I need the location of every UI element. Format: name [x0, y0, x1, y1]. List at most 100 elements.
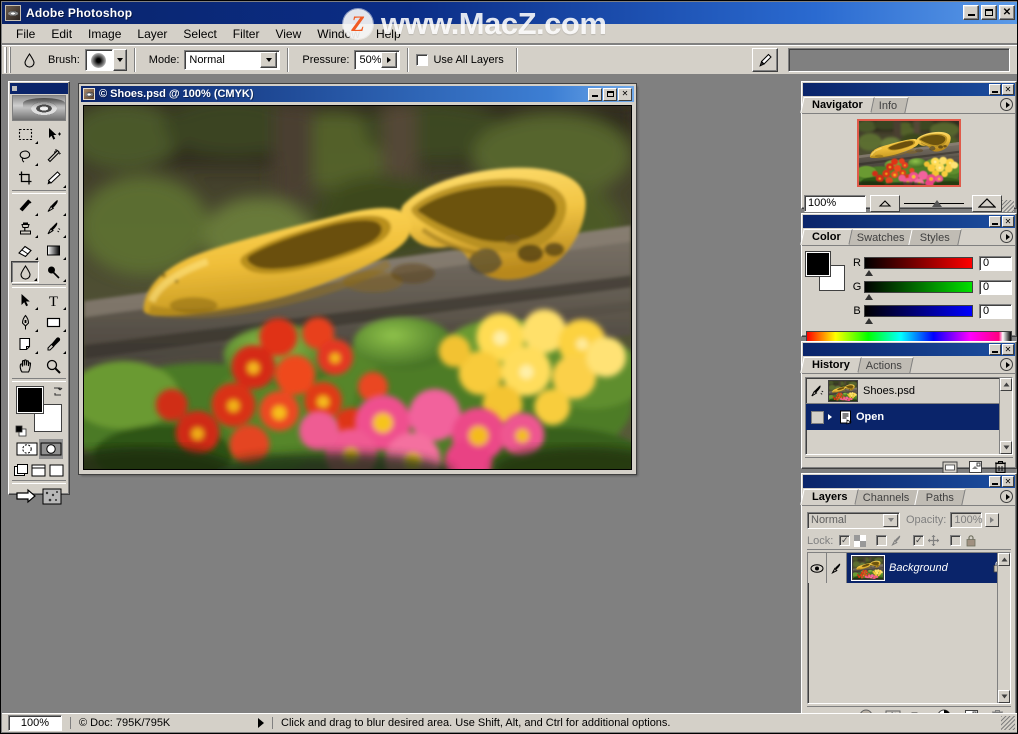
tool-notes[interactable] [11, 333, 39, 355]
blend-mode-arrow-icon[interactable] [883, 514, 898, 527]
document-title-bar[interactable]: © Shoes.psd @ 100% (CMYK) ✕ [81, 86, 634, 102]
history-snapshot-row[interactable]: Shoes.psd [806, 378, 1012, 404]
layers-title-bar[interactable]: ✕ [803, 475, 1015, 488]
status-doc-info[interactable]: © Doc: 795K/795K [70, 717, 250, 729]
document-maximize-button[interactable] [603, 88, 617, 101]
zoom-in-large-icon[interactable] [972, 195, 1002, 212]
status-resize-grip[interactable] [1001, 716, 1015, 730]
tool-pen[interactable] [11, 311, 39, 333]
tool-history-brush[interactable] [39, 217, 67, 239]
navigator-zoom-slider-knob[interactable] [932, 200, 942, 207]
menu-view[interactable]: View [267, 25, 309, 43]
tool-eyedropper[interactable] [39, 333, 67, 355]
menu-image[interactable]: Image [80, 25, 129, 43]
document-close-button[interactable]: ✕ [618, 88, 632, 101]
menu-window[interactable]: Window [309, 25, 368, 43]
full-screen-with-menubar-button[interactable] [30, 461, 47, 479]
document-canvas[interactable] [83, 105, 632, 470]
tool-zoom[interactable] [39, 355, 67, 377]
layer-name[interactable]: Background [889, 562, 992, 574]
menu-filter[interactable]: Filter [225, 25, 268, 43]
close-button[interactable]: ✕ [999, 5, 1015, 20]
history-brush-source-icon[interactable] [806, 383, 828, 399]
quick-mask-mode-button[interactable] [39, 439, 63, 459]
navigator-zoom-input[interactable]: 100% [804, 195, 866, 212]
tab-swatches[interactable]: Swatches [845, 229, 916, 245]
input-g[interactable]: 0 [979, 280, 1012, 295]
tab-styles[interactable]: Styles [909, 229, 962, 245]
tool-rectangle-shape[interactable] [39, 311, 67, 333]
layer-row-background[interactable]: Background [808, 553, 1010, 583]
history-menu-icon[interactable] [1000, 358, 1013, 371]
palette-well[interactable] [788, 48, 1010, 72]
menu-file[interactable]: File [8, 25, 43, 43]
history-scrollbar[interactable] [999, 378, 1012, 454]
slider-b[interactable] [864, 305, 973, 317]
tab-navigator[interactable]: Navigator [800, 97, 874, 113]
mode-select[interactable]: Normal [184, 50, 280, 70]
slider-knob-b[interactable] [865, 318, 873, 324]
standard-screen-mode-button[interactable] [13, 461, 30, 479]
tab-history[interactable]: History [800, 357, 861, 373]
slider-knob-r[interactable] [865, 270, 873, 276]
layers-scrollbar[interactable] [997, 553, 1010, 703]
input-r[interactable]: 0 [979, 256, 1012, 271]
tool-type[interactable]: T [39, 289, 67, 311]
tool-paintbrush[interactable] [39, 195, 67, 217]
navigator-resize-grip[interactable] [1002, 200, 1014, 212]
navigator-close-button[interactable]: ✕ [1002, 84, 1014, 95]
menu-edit[interactable]: Edit [43, 25, 80, 43]
layers-menu-icon[interactable] [1000, 490, 1013, 503]
maximize-button[interactable] [981, 5, 997, 20]
tool-magic-wand[interactable] [39, 145, 67, 167]
foreground-color-swatch[interactable] [17, 387, 43, 413]
use-all-layers-checkbox[interactable]: Use All Layers [416, 54, 508, 66]
slider-g[interactable] [864, 281, 973, 293]
menu-help[interactable]: Help [368, 25, 409, 43]
color-menu-icon[interactable] [1000, 230, 1013, 243]
tab-actions[interactable]: Actions [854, 357, 913, 373]
navigator-menu-icon[interactable] [1000, 98, 1013, 111]
minimize-button[interactable] [963, 5, 979, 20]
tool-move[interactable] [39, 123, 67, 145]
menu-select[interactable]: Select [175, 25, 224, 43]
brushes-palette-button[interactable] [752, 48, 778, 72]
tool-gradient[interactable] [39, 239, 67, 261]
switch-colors-icon[interactable] [51, 385, 64, 401]
lock-all-checkbox[interactable] [950, 535, 961, 546]
tool-lasso[interactable] [11, 145, 39, 167]
layer-active-brush-icon[interactable] [827, 553, 847, 583]
history-scroll-up-icon[interactable] [1000, 378, 1012, 391]
color-minimize-button[interactable] [989, 216, 1001, 227]
toolbox-title-bar[interactable] [10, 83, 68, 94]
slider-knob-g[interactable] [865, 294, 873, 300]
lock-position-checkbox[interactable]: ✓ [913, 535, 924, 546]
navigator-minimize-button[interactable] [989, 84, 1001, 95]
layer-visibility-eye-icon[interactable] [808, 553, 827, 583]
imageready-icon[interactable] [41, 486, 63, 506]
jump-to-imageready-icon[interactable] [15, 486, 41, 506]
history-minimize-button[interactable] [989, 344, 1001, 355]
navigator-title-bar[interactable]: ✕ [803, 83, 1015, 96]
history-state-row[interactable]: Open [806, 404, 1012, 430]
tool-crop[interactable] [11, 167, 39, 189]
document-minimize-button[interactable] [588, 88, 602, 101]
tool-clone-stamp[interactable] [11, 217, 39, 239]
tool-path-selection[interactable] [11, 289, 39, 311]
brush-preview[interactable] [85, 49, 113, 71]
layers-close-button[interactable]: ✕ [1002, 476, 1014, 487]
brush-dropdown-arrow-icon[interactable] [113, 49, 127, 71]
menu-layer[interactable]: Layer [129, 25, 175, 43]
status-zoom-input[interactable]: 100% [8, 715, 62, 731]
navigator-zoom-slider[interactable] [904, 195, 964, 212]
tool-slice[interactable] [39, 167, 67, 189]
history-close-button[interactable]: ✕ [1002, 344, 1014, 355]
history-state-toggle[interactable] [806, 411, 828, 424]
tool-hand[interactable] [11, 355, 39, 377]
full-screen-mode-button[interactable] [48, 461, 65, 479]
pressure-popup-arrow-icon[interactable] [381, 52, 397, 68]
tool-eraser[interactable] [11, 239, 39, 261]
blend-mode-select[interactable]: Normal [807, 512, 900, 529]
default-colors-icon[interactable] [15, 425, 27, 437]
opacity-arrow-icon[interactable] [985, 513, 999, 527]
